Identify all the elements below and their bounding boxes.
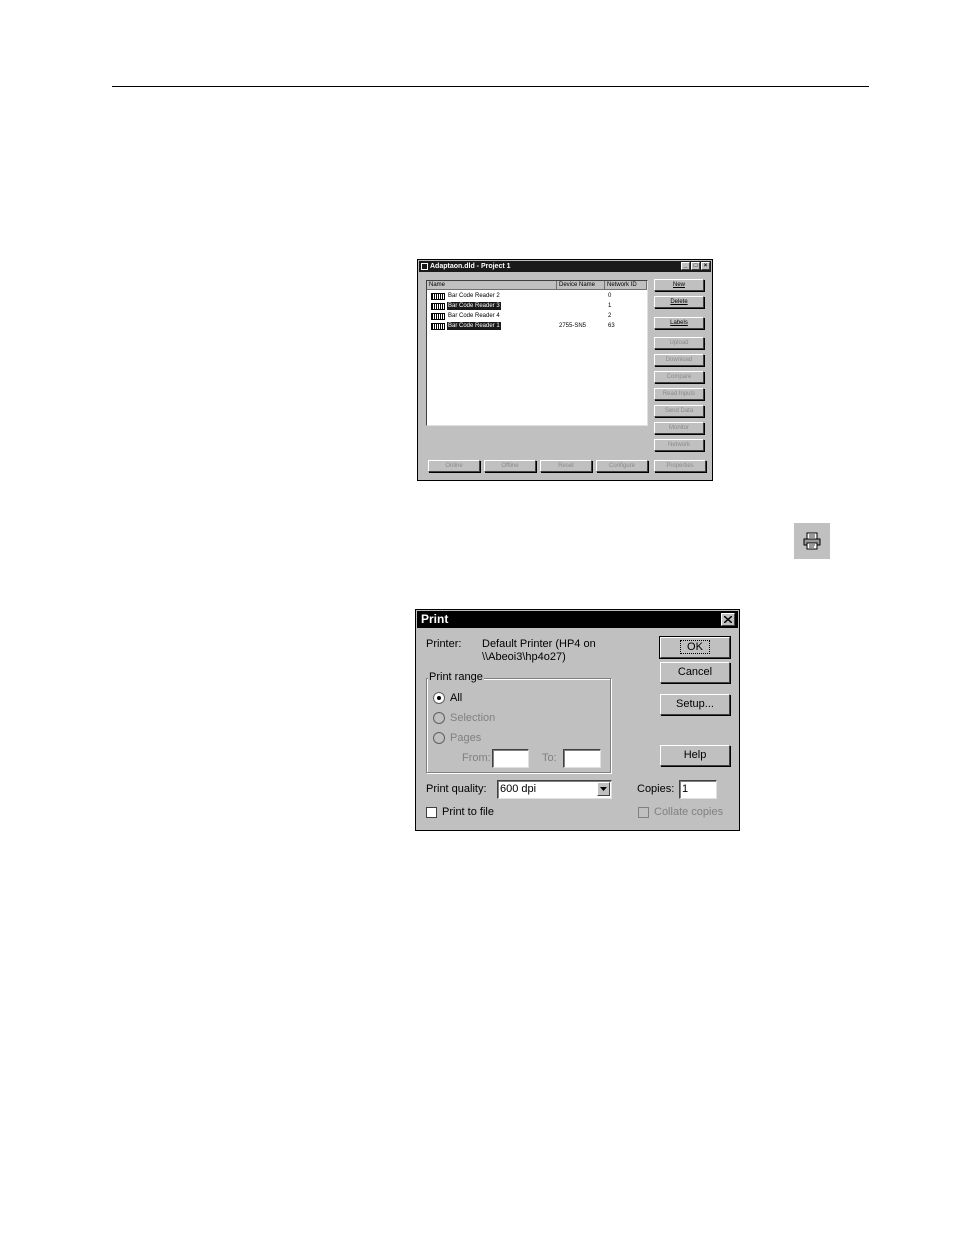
print-dialog: Print Printer: Default Printer (HP4 on \…	[415, 609, 740, 831]
copies-label: Copies:	[637, 783, 675, 795]
collate-copies-label: Collate copies	[654, 806, 724, 818]
printer-name-line1: Default Printer (HP4 on	[482, 638, 596, 650]
collate-copies-checkbox[interactable]	[638, 807, 649, 818]
print-to-file-label: Print to file	[442, 806, 494, 818]
radio-selected-dot	[437, 696, 441, 700]
printer-label: Printer:	[426, 638, 462, 650]
printer-icon	[803, 532, 821, 550]
barcode-reader-icon	[431, 293, 445, 300]
setup-button[interactable]: Setup...	[660, 694, 730, 715]
bottom-button-properties[interactable]: Properties	[654, 460, 706, 472]
print-quality-label: Print quality:	[426, 783, 487, 795]
barcode-reader-icon	[431, 303, 445, 310]
dropdown-arrow-button[interactable]	[597, 782, 610, 796]
device-row-name: Bar Code Reader 4	[448, 313, 500, 319]
ok-button[interactable]: OK	[659, 636, 731, 659]
device-row-name: Bar Code Reader 3	[447, 302, 501, 310]
device-row-network-id: 0	[608, 293, 612, 299]
device-list-row[interactable]: Bar Code Reader 2 0	[427, 291, 647, 301]
radio-selection-label: Selection	[450, 712, 496, 724]
to-label: To:	[542, 752, 557, 764]
printer-name-line2: \\Abeoi3\hp4o27)	[482, 651, 566, 663]
device-list-header: Name Device Name Network ID	[427, 281, 647, 290]
side-button-network[interactable]: Network	[654, 439, 704, 451]
device-list-row[interactable]: Bar Code Reader 1 2755-SN5 63	[427, 321, 647, 331]
column-header-device-name[interactable]: Device Name	[557, 281, 605, 290]
minimize-icon[interactable]: _	[681, 262, 690, 270]
device-row-network-id: 2	[608, 313, 612, 319]
radio-selection[interactable]	[433, 712, 445, 724]
print-dialog-title: Print	[421, 612, 449, 626]
print-toolbar-button[interactable]	[794, 523, 830, 559]
side-button-read-inputs[interactable]: Read Inputs	[654, 388, 704, 400]
bottom-button-offline[interactable]: Offline	[484, 460, 536, 472]
side-button-compare[interactable]: Compare	[654, 371, 704, 383]
print-dialog-titlebar[interactable]: Print	[417, 611, 738, 628]
side-button-labels[interactable]: Labels	[654, 317, 704, 329]
device-list[interactable]: Name Device Name Network ID Bar Code Rea…	[426, 280, 648, 426]
side-button-new[interactable]: New	[654, 279, 704, 291]
to-page-input[interactable]	[563, 749, 601, 768]
bottom-button-reset[interactable]: Reset	[540, 460, 592, 472]
chevron-down-icon	[600, 787, 607, 791]
device-row-name: Bar Code Reader 1	[447, 322, 501, 330]
side-button-upload[interactable]: Upload	[654, 337, 704, 349]
dialog-close-button[interactable]	[721, 613, 735, 626]
device-list-window: Adaptaon.dld - Project 1 _ □ × Name Devi…	[417, 259, 713, 481]
from-label: From:	[462, 752, 491, 764]
device-list-row[interactable]: Bar Code Reader 4 2	[427, 311, 647, 321]
ok-button-label: OK	[680, 640, 710, 654]
app-icon	[421, 263, 428, 270]
bottom-button-configure[interactable]: Configure	[596, 460, 648, 472]
column-header-name[interactable]: Name	[427, 281, 557, 290]
cancel-button[interactable]: Cancel	[660, 662, 730, 683]
column-header-network-id[interactable]: Network ID	[605, 281, 647, 290]
device-row-network-id: 1	[608, 303, 612, 309]
radio-all-label: All	[450, 692, 463, 704]
device-window-title: Adaptaon.dld - Project 1	[430, 263, 511, 270]
side-button-delete[interactable]: Delete	[654, 296, 704, 308]
device-window-titlebar[interactable]: Adaptaon.dld - Project 1 _ □ ×	[419, 261, 711, 272]
radio-pages-label: Pages	[450, 732, 482, 744]
from-page-input[interactable]	[492, 749, 529, 768]
radio-pages[interactable]	[433, 732, 445, 744]
device-row-network-id: 63	[608, 323, 615, 329]
barcode-reader-icon	[431, 323, 445, 330]
radio-all[interactable]	[433, 692, 445, 704]
close-icon[interactable]: ×	[701, 262, 710, 270]
side-button-send-data[interactable]: Send Data	[654, 405, 704, 417]
bottom-button-online[interactable]: Online	[428, 460, 480, 472]
print-range-label: Print range	[428, 671, 484, 683]
print-quality-select[interactable]: 600 dpi	[497, 780, 612, 799]
maximize-icon[interactable]: □	[691, 262, 700, 270]
device-row-device-name: 2755-SN5	[559, 323, 587, 329]
side-button-monitor[interactable]: Monitor	[654, 422, 704, 434]
device-row-name: Bar Code Reader 2	[448, 293, 500, 299]
print-to-file-checkbox[interactable]	[426, 807, 437, 818]
page-header-rule	[112, 86, 869, 87]
help-button[interactable]: Help	[660, 745, 730, 766]
copies-input[interactable]: 1	[679, 780, 717, 799]
barcode-reader-icon	[431, 313, 445, 320]
close-icon	[724, 616, 732, 623]
side-button-download[interactable]: Download	[654, 354, 704, 366]
device-list-row[interactable]: Bar Code Reader 3 1	[427, 301, 647, 311]
window-controls: _ □ ×	[681, 262, 710, 270]
print-quality-value: 600 dpi	[500, 783, 537, 795]
